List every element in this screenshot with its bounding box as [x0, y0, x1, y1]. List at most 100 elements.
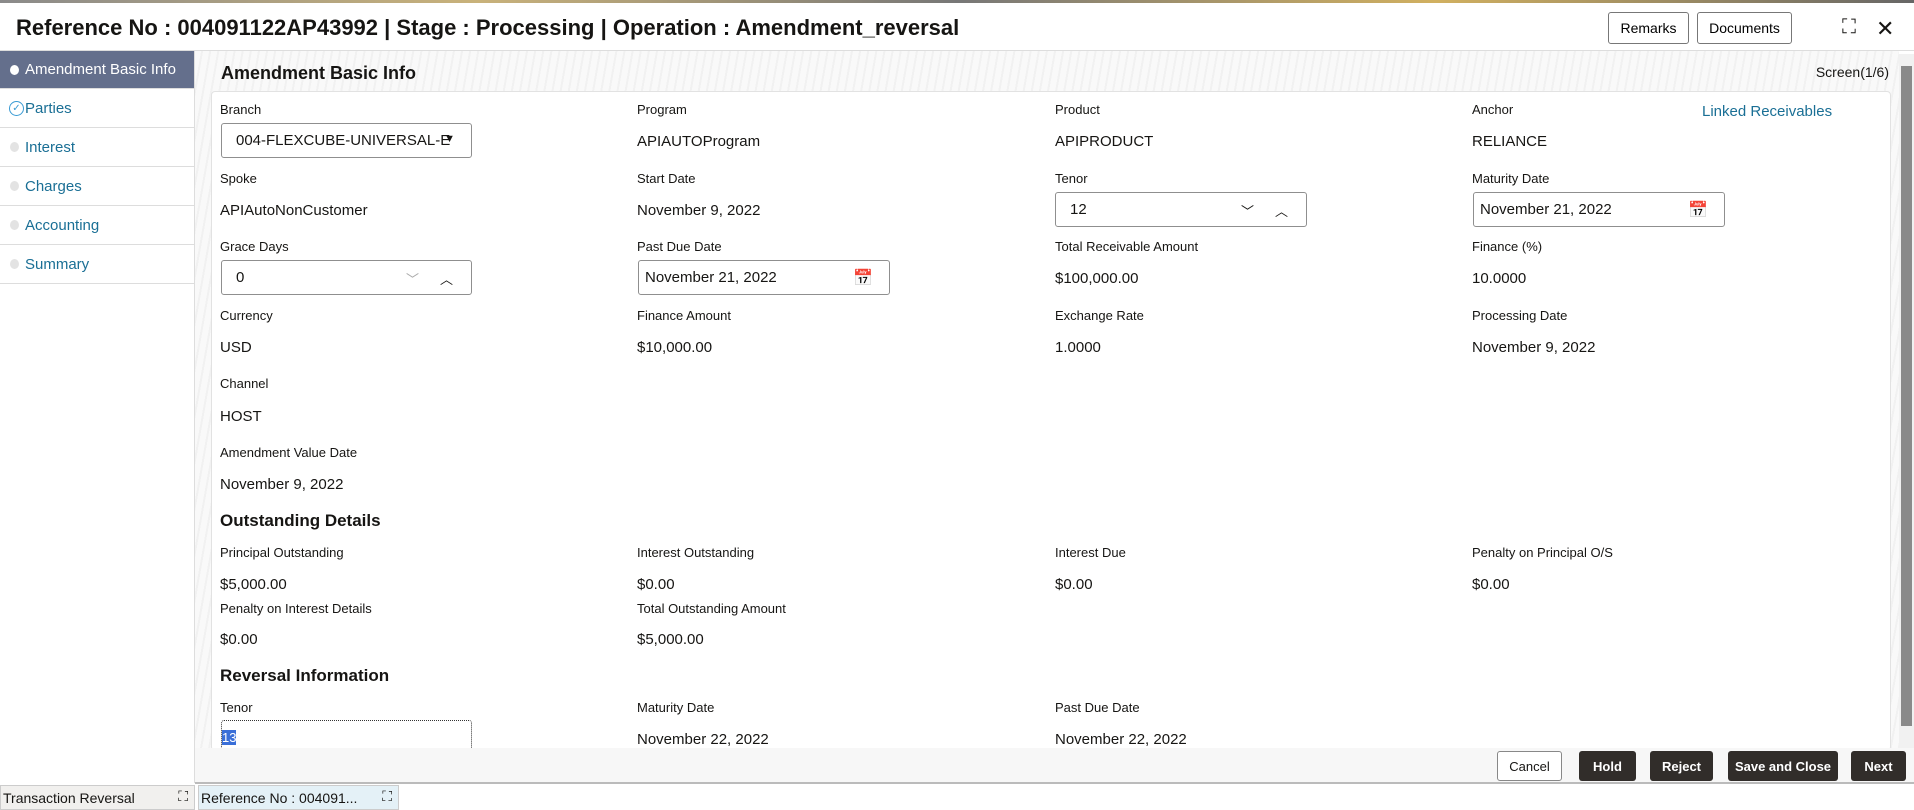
expand-icon[interactable]: ⛶ — [178, 788, 188, 805]
decrement-chevron-down-icon[interactable]: ﹀ — [1241, 201, 1254, 220]
finance-pct-label: Finance (%) — [1472, 239, 1543, 254]
grace-days-stepper[interactable]: 0 ﹀ ︿ — [221, 260, 472, 295]
reversal-past-due-date-label: Past Due Date — [1055, 700, 1140, 715]
close-icon[interactable]: ✕ — [1876, 16, 1894, 42]
tenor-label: Tenor — [1055, 171, 1088, 186]
step-dot-icon — [10, 65, 19, 75]
cancel-button[interactable]: Cancel — [1497, 751, 1562, 781]
reversal-information-heading: Reversal Information — [220, 666, 390, 685]
penalty-interest-value: $0.00 — [220, 631, 258, 648]
maturity-date-value: November 21, 2022 — [1480, 201, 1612, 218]
penalty-principal-label: Penalty on Principal O/S — [1472, 545, 1613, 560]
step-dot-icon — [10, 181, 19, 191]
linked-receivables-link[interactable]: Linked Receivables — [1702, 103, 1832, 120]
penalty-interest-label: Penalty on Interest Details — [220, 601, 372, 616]
spoke-label: Spoke — [220, 171, 257, 186]
interest-due-value: $0.00 — [1055, 576, 1093, 593]
program-value: APIAUTOProgram — [637, 133, 761, 150]
past-due-date-label: Past Due Date — [637, 239, 722, 254]
sidebar: Amendment Basic Info ✓ Parties Interest C… — [0, 51, 195, 783]
exchange-rate-label: Exchange Rate — [1055, 308, 1144, 323]
vertical-scrollbar[interactable] — [1899, 54, 1914, 748]
principal-outstanding-value: $5,000.00 — [220, 576, 287, 593]
grace-days-value: 0 — [236, 269, 245, 286]
processing-date-label: Processing Date — [1472, 308, 1568, 323]
branch-label: Branch — [220, 102, 262, 117]
decrement-chevron-down-icon[interactable]: ﹀ — [406, 269, 419, 288]
product-value: APIPRODUCT — [1055, 133, 1154, 150]
interest-outstanding-label: Interest Outstanding — [637, 545, 755, 560]
tenor-value: 12 — [1070, 201, 1087, 218]
main-content: Amendment Basic Info Screen(1/6) Branch … — [195, 51, 1899, 755]
interest-due-label: Interest Due — [1055, 545, 1126, 560]
amendment-value-date-value: November 9, 2022 — [220, 476, 344, 493]
step-dot-icon — [10, 220, 19, 230]
reversal-tenor-label: Tenor — [220, 700, 253, 715]
processing-date-value: November 9, 2022 — [1472, 339, 1596, 356]
branch-select[interactable]: 004-FLEXCUBE-UNIVERSAL-E ▼ — [221, 123, 472, 158]
page-title: Reference No : 004091122AP43992 | Stage … — [16, 15, 960, 40]
total-outstanding-value: $5,000.00 — [637, 631, 704, 648]
maturity-date-input[interactable]: November 21, 2022 📅 — [1473, 192, 1725, 227]
sidebar-item-label: Amendment Basic Info — [25, 61, 176, 78]
increment-chevron-up-icon[interactable]: ︿ — [440, 269, 453, 288]
exchange-rate-value: 1.0000 — [1055, 339, 1101, 356]
reversal-tenor-value: 13 — [222, 730, 237, 745]
sidebar-item-accounting[interactable]: Accounting — [0, 206, 194, 245]
outstanding-details-heading: Outstanding Details — [220, 511, 381, 530]
finance-amount-value: $10,000.00 — [637, 339, 713, 356]
remarks-button[interactable]: Remarks — [1608, 12, 1689, 44]
sidebar-item-interest[interactable]: Interest — [0, 128, 194, 167]
start-date-value: November 9, 2022 — [637, 202, 761, 219]
minimize-icon[interactable]: ⛶ — [1842, 16, 1856, 39]
screen-indicator: Screen(1/6) — [1815, 64, 1889, 80]
section-title: Amendment Basic Info — [221, 63, 417, 83]
hold-button[interactable]: Hold — [1579, 751, 1636, 781]
save-and-close-button[interactable]: Save and Close — [1728, 751, 1838, 781]
scrollbar-thumb[interactable] — [1901, 66, 1912, 726]
increment-chevron-up-icon[interactable]: ︿ — [1275, 201, 1288, 220]
tab-label: Reference No : 004091... — [201, 789, 358, 806]
sidebar-item-charges[interactable]: Charges — [0, 167, 194, 206]
past-due-date-input[interactable]: November 21, 2022 📅 — [638, 260, 890, 295]
tab-label: Transaction Reversal — [3, 789, 135, 806]
sidebar-item-summary[interactable]: Summary — [0, 245, 194, 284]
channel-value: HOST — [220, 408, 262, 425]
calendar-icon[interactable]: 📅 — [1688, 200, 1708, 220]
form-card: Branch 004-FLEXCUBE-UNIVERSAL-E ▼ Program… — [211, 91, 1891, 755]
caret-down-icon: ▼ — [444, 133, 455, 145]
penalty-principal-value: $0.00 — [1472, 576, 1510, 593]
total-receivable-label: Total Receivable Amount — [1055, 239, 1199, 254]
principal-outstanding-label: Principal Outstanding — [220, 545, 344, 560]
sidebar-item-parties[interactable]: ✓ Parties — [0, 89, 194, 128]
check-circle-icon: ✓ — [9, 101, 24, 116]
program-label: Program — [637, 102, 687, 117]
documents-button[interactable]: Documents — [1697, 12, 1792, 44]
reversal-maturity-date-value: November 22, 2022 — [637, 731, 769, 748]
product-label: Product — [1055, 102, 1100, 117]
maturity-date-label: Maturity Date — [1472, 171, 1550, 186]
next-button[interactable]: Next — [1851, 751, 1906, 781]
finance-amount-label: Finance Amount — [637, 308, 731, 323]
channel-label: Channel — [220, 376, 269, 391]
anchor-label: Anchor — [1472, 102, 1514, 117]
past-due-date-value: November 21, 2022 — [645, 269, 777, 286]
sidebar-item-label: Accounting — [25, 216, 100, 234]
tenor-stepper[interactable]: 12 ﹀ ︿ — [1055, 192, 1307, 227]
spoke-value: APIAutoNonCustomer — [220, 202, 368, 219]
footer-actions: Cancel Hold Reject Save and Close Next — [195, 748, 1914, 784]
expand-icon[interactable]: ⛶ — [382, 788, 392, 805]
reject-button[interactable]: Reject — [1650, 751, 1713, 781]
sidebar-item-amendment-basic-info[interactable]: Amendment Basic Info — [0, 51, 194, 89]
header: Reference No : 004091122AP43992 | Stage … — [0, 3, 1914, 51]
tab-reference-no[interactable]: Reference No : 004091... ⛶ — [198, 785, 399, 810]
currency-label: Currency — [220, 308, 273, 323]
finance-pct-value: 10.0000 — [1472, 270, 1527, 287]
interest-outstanding-value: $0.00 — [637, 576, 675, 593]
tab-transaction-reversal[interactable]: Transaction Reversal ⛶ — [0, 785, 195, 810]
branch-value: 004-FLEXCUBE-UNIVERSAL-E — [236, 132, 451, 149]
calendar-icon[interactable]: 📅 — [853, 268, 873, 288]
sidebar-item-label: Summary — [25, 255, 90, 273]
sidebar-item-label: Parties — [25, 99, 72, 117]
amendment-value-date-label: Amendment Value Date — [220, 445, 358, 460]
